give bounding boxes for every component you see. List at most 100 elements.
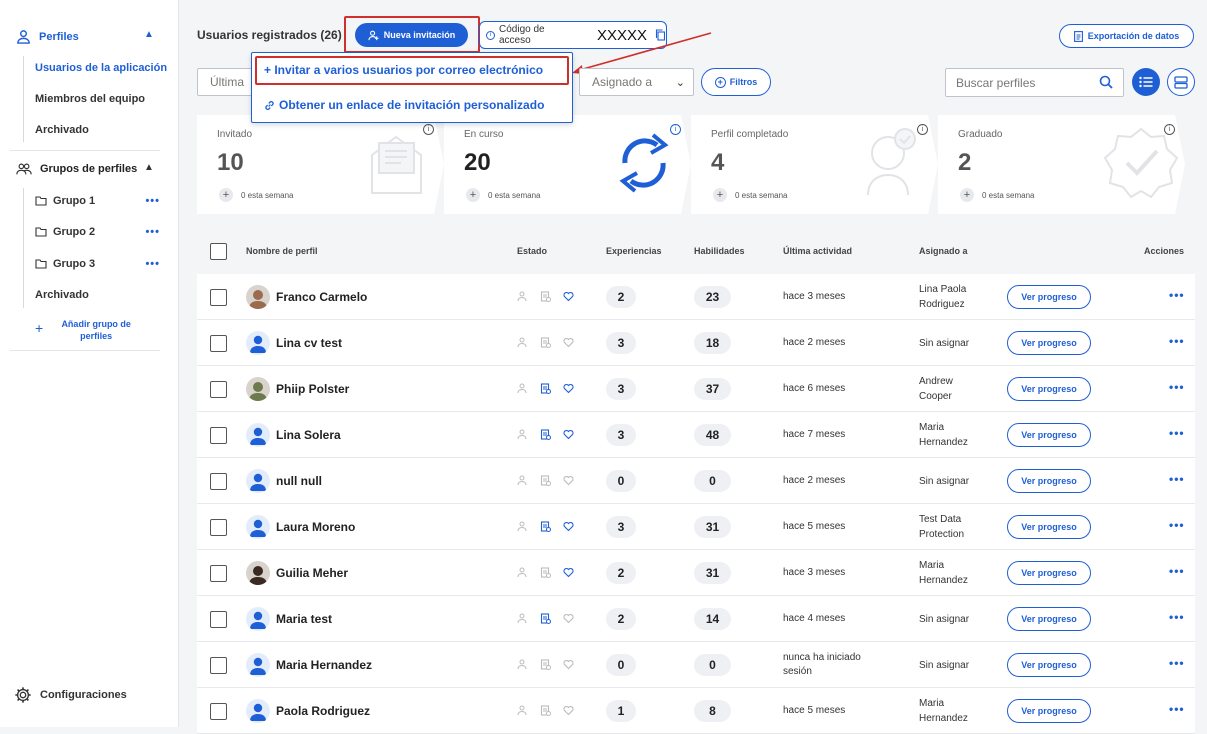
export-data-button[interactable]: Exportación de datos <box>1059 24 1194 48</box>
plus-icon[interactable]: + <box>466 188 480 202</box>
col-skills[interactable]: Habilidades <box>694 246 745 256</box>
card-view-button[interactable] <box>1167 68 1195 96</box>
view-progress-button[interactable]: Ver progreso <box>1007 423 1091 447</box>
add-group-button[interactable]: + Añadir grupo de perfiles <box>35 318 141 342</box>
status-icons <box>517 291 574 302</box>
more-actions-icon[interactable]: ••• <box>1169 610 1185 624</box>
info-icon[interactable]: i <box>917 124 928 135</box>
row-checkbox[interactable] <box>210 565 227 582</box>
sidebar-group-1[interactable]: Grupo 1 ••• <box>35 195 160 207</box>
stat-label: Invitado <box>217 129 253 140</box>
more-icon[interactable]: ••• <box>145 258 160 270</box>
stat-value: 10 <box>217 149 244 176</box>
filters-button[interactable]: + Filtros <box>701 68 771 96</box>
view-progress-button[interactable]: Ver progreso <box>1007 699 1091 723</box>
more-icon[interactable]: ••• <box>145 195 160 207</box>
view-progress-button[interactable]: Ver progreso <box>1007 331 1091 355</box>
more-actions-icon[interactable]: ••• <box>1169 472 1185 486</box>
col-assigned[interactable]: Asignado a <box>919 246 968 256</box>
new-invitation-label: Nueva invitación <box>383 30 456 40</box>
profile-name[interactable]: Maria test <box>276 612 332 626</box>
sidebar-item-app-users[interactable]: Usuarios de la aplicación <box>35 62 167 74</box>
more-actions-icon[interactable]: ••• <box>1169 702 1185 716</box>
plus-circle-icon: + <box>714 76 726 88</box>
more-actions-icon[interactable]: ••• <box>1169 288 1185 302</box>
stat-value: 2 <box>958 149 972 176</box>
profile-name[interactable]: Lina cv test <box>276 336 342 350</box>
col-status[interactable]: Estado <box>517 246 547 256</box>
profile-name[interactable]: null null <box>276 474 322 488</box>
new-invitation-button[interactable]: Nueva invitación <box>355 23 468 47</box>
row-checkbox[interactable] <box>210 657 227 674</box>
select-all-checkbox[interactable] <box>210 243 227 260</box>
search-input[interactable]: Buscar perfiles <box>945 68 1124 97</box>
view-progress-button[interactable]: Ver progreso <box>1007 653 1091 677</box>
profile-name[interactable]: Laura Moreno <box>276 520 355 534</box>
sidebar: Perfiles ▲ Usuarios de la aplicación Mie… <box>0 0 179 727</box>
profile-name[interactable]: Guilia Meher <box>276 566 348 580</box>
chevron-up-icon[interactable]: ▲ <box>144 29 154 40</box>
more-actions-icon[interactable]: ••• <box>1169 564 1185 578</box>
search-icon[interactable] <box>1099 75 1113 89</box>
sidebar-group-3[interactable]: Grupo 3 ••• <box>35 258 160 270</box>
plus-icon[interactable]: + <box>960 188 974 202</box>
view-progress-button[interactable]: Ver progreso <box>1007 561 1091 585</box>
divider <box>10 150 160 151</box>
more-actions-icon[interactable]: ••• <box>1169 518 1185 532</box>
chevron-up-icon[interactable]: ▲ <box>144 162 154 173</box>
document-status-icon <box>540 337 551 348</box>
skills-count: 23 <box>694 286 731 308</box>
experiences-count: 3 <box>606 424 636 446</box>
experiences-count: 3 <box>606 516 636 538</box>
view-progress-button[interactable]: Ver progreso <box>1007 469 1091 493</box>
profile-name[interactable]: Phiip Polster <box>276 382 349 396</box>
sidebar-group-2[interactable]: Grupo 2 ••• <box>35 226 160 238</box>
avatar <box>246 423 270 447</box>
profile-name[interactable]: Lina Solera <box>276 428 341 442</box>
row-checkbox[interactable] <box>210 703 227 720</box>
plus-icon[interactable]: + <box>713 188 727 202</box>
invite-link-option[interactable]: Obtener un enlace de invitación personal… <box>264 98 544 112</box>
user-status-icon <box>517 705 527 716</box>
profile-name[interactable]: Maria Hernandez <box>276 658 372 672</box>
heart-status-icon <box>563 337 574 348</box>
row-checkbox[interactable] <box>210 335 227 352</box>
more-actions-icon[interactable]: ••• <box>1169 656 1185 670</box>
assigned-select[interactable]: Asignado a ⌄ <box>579 68 694 96</box>
plus-icon[interactable]: + <box>219 188 233 202</box>
table-row: Maria Hernandez 0 0 nunca ha iniciado se… <box>197 642 1195 688</box>
row-checkbox[interactable] <box>210 611 227 628</box>
profile-groups-section[interactable]: Grupos de perfiles ▲ <box>16 162 154 176</box>
experiences-count: 3 <box>606 378 636 400</box>
profiles-section[interactable]: Perfiles ▲ <box>16 29 154 44</box>
profile-name[interactable]: Paola Rodriguez <box>276 704 370 718</box>
col-last-activity[interactable]: Última actividad <box>783 246 852 256</box>
sidebar-item-team-members[interactable]: Miembros del equipo <box>35 93 145 105</box>
view-progress-button[interactable]: Ver progreso <box>1007 515 1091 539</box>
col-name[interactable]: Nombre de perfil <box>246 246 318 256</box>
sidebar-item-groups-archived[interactable]: Archivado <box>35 289 89 301</box>
row-checkbox[interactable] <box>210 473 227 490</box>
more-icon[interactable]: ••• <box>145 226 160 238</box>
row-checkbox[interactable] <box>210 519 227 536</box>
list-view-button[interactable] <box>1132 68 1160 96</box>
more-actions-icon[interactable]: ••• <box>1169 380 1185 394</box>
settings-button[interactable]: Configuraciones <box>14 686 127 704</box>
view-progress-button[interactable]: Ver progreso <box>1007 285 1091 309</box>
avatar <box>246 285 270 309</box>
more-actions-icon[interactable]: ••• <box>1169 334 1185 348</box>
row-checkbox[interactable] <box>210 427 227 444</box>
sidebar-item-archived[interactable]: Archivado <box>35 124 89 136</box>
table-row: Lina cv test 3 18 hace 2 meses Sin asign… <box>197 320 1195 366</box>
table-row: Paola Rodriguez 1 8 hace 5 meses Maria H… <box>197 688 1195 734</box>
col-experiences[interactable]: Experiencias <box>606 246 662 256</box>
last-activity-select[interactable]: Última <box>197 68 257 96</box>
view-progress-button[interactable]: Ver progreso <box>1007 377 1091 401</box>
info-icon[interactable]: i <box>423 124 434 135</box>
profile-name[interactable]: Franco Carmelo <box>276 290 367 304</box>
row-checkbox[interactable] <box>210 381 227 398</box>
status-icons <box>517 613 574 624</box>
view-progress-button[interactable]: Ver progreso <box>1007 607 1091 631</box>
more-actions-icon[interactable]: ••• <box>1169 426 1185 440</box>
row-checkbox[interactable] <box>210 289 227 306</box>
